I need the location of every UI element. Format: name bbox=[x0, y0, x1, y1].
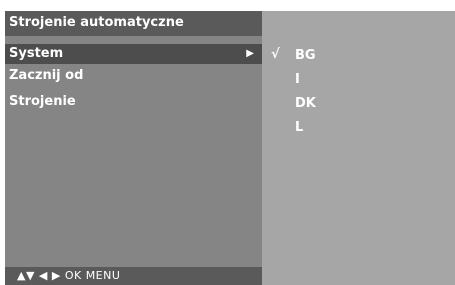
submenu-arrow-icon: ▶ bbox=[246, 48, 254, 59]
option-label: I bbox=[295, 72, 300, 87]
menu-item-label: System bbox=[9, 46, 64, 61]
title-bar: Strojenie automatyczne bbox=[5, 11, 262, 36]
title-spacer bbox=[5, 36, 262, 44]
menu-item-zacznij-od[interactable]: Zacznij od bbox=[5, 66, 262, 86]
navigation-hint: ▲▼ ◀ ▶ OK MENU bbox=[17, 269, 121, 282]
option-label: DK bbox=[295, 96, 316, 111]
menu-item-strojenie[interactable]: Strojenie bbox=[5, 92, 262, 112]
menu-title: Strojenie automatyczne bbox=[9, 15, 184, 30]
option-l[interactable]: L bbox=[262, 117, 455, 139]
option-label: BG bbox=[295, 48, 316, 63]
footer-bar: ▲▼ ◀ ▶ OK MENU bbox=[5, 267, 262, 285]
option-bg[interactable]: √ BG bbox=[262, 45, 455, 67]
option-dk[interactable]: DK bbox=[262, 93, 455, 115]
options-panel: √ BG I DK L bbox=[262, 11, 455, 285]
option-i[interactable]: I bbox=[262, 69, 455, 91]
menu-item-label: Zacznij od bbox=[9, 68, 84, 83]
check-icon: √ bbox=[271, 47, 280, 62]
osd-screen: Strojenie automatyczne System ▶ Zacznij … bbox=[0, 0, 455, 285]
option-label: L bbox=[295, 120, 304, 135]
menu-item-system[interactable]: System ▶ bbox=[5, 44, 262, 64]
menu-item-label: Strojenie bbox=[9, 94, 76, 109]
menu-panel: Strojenie automatyczne System ▶ Zacznij … bbox=[5, 11, 262, 285]
